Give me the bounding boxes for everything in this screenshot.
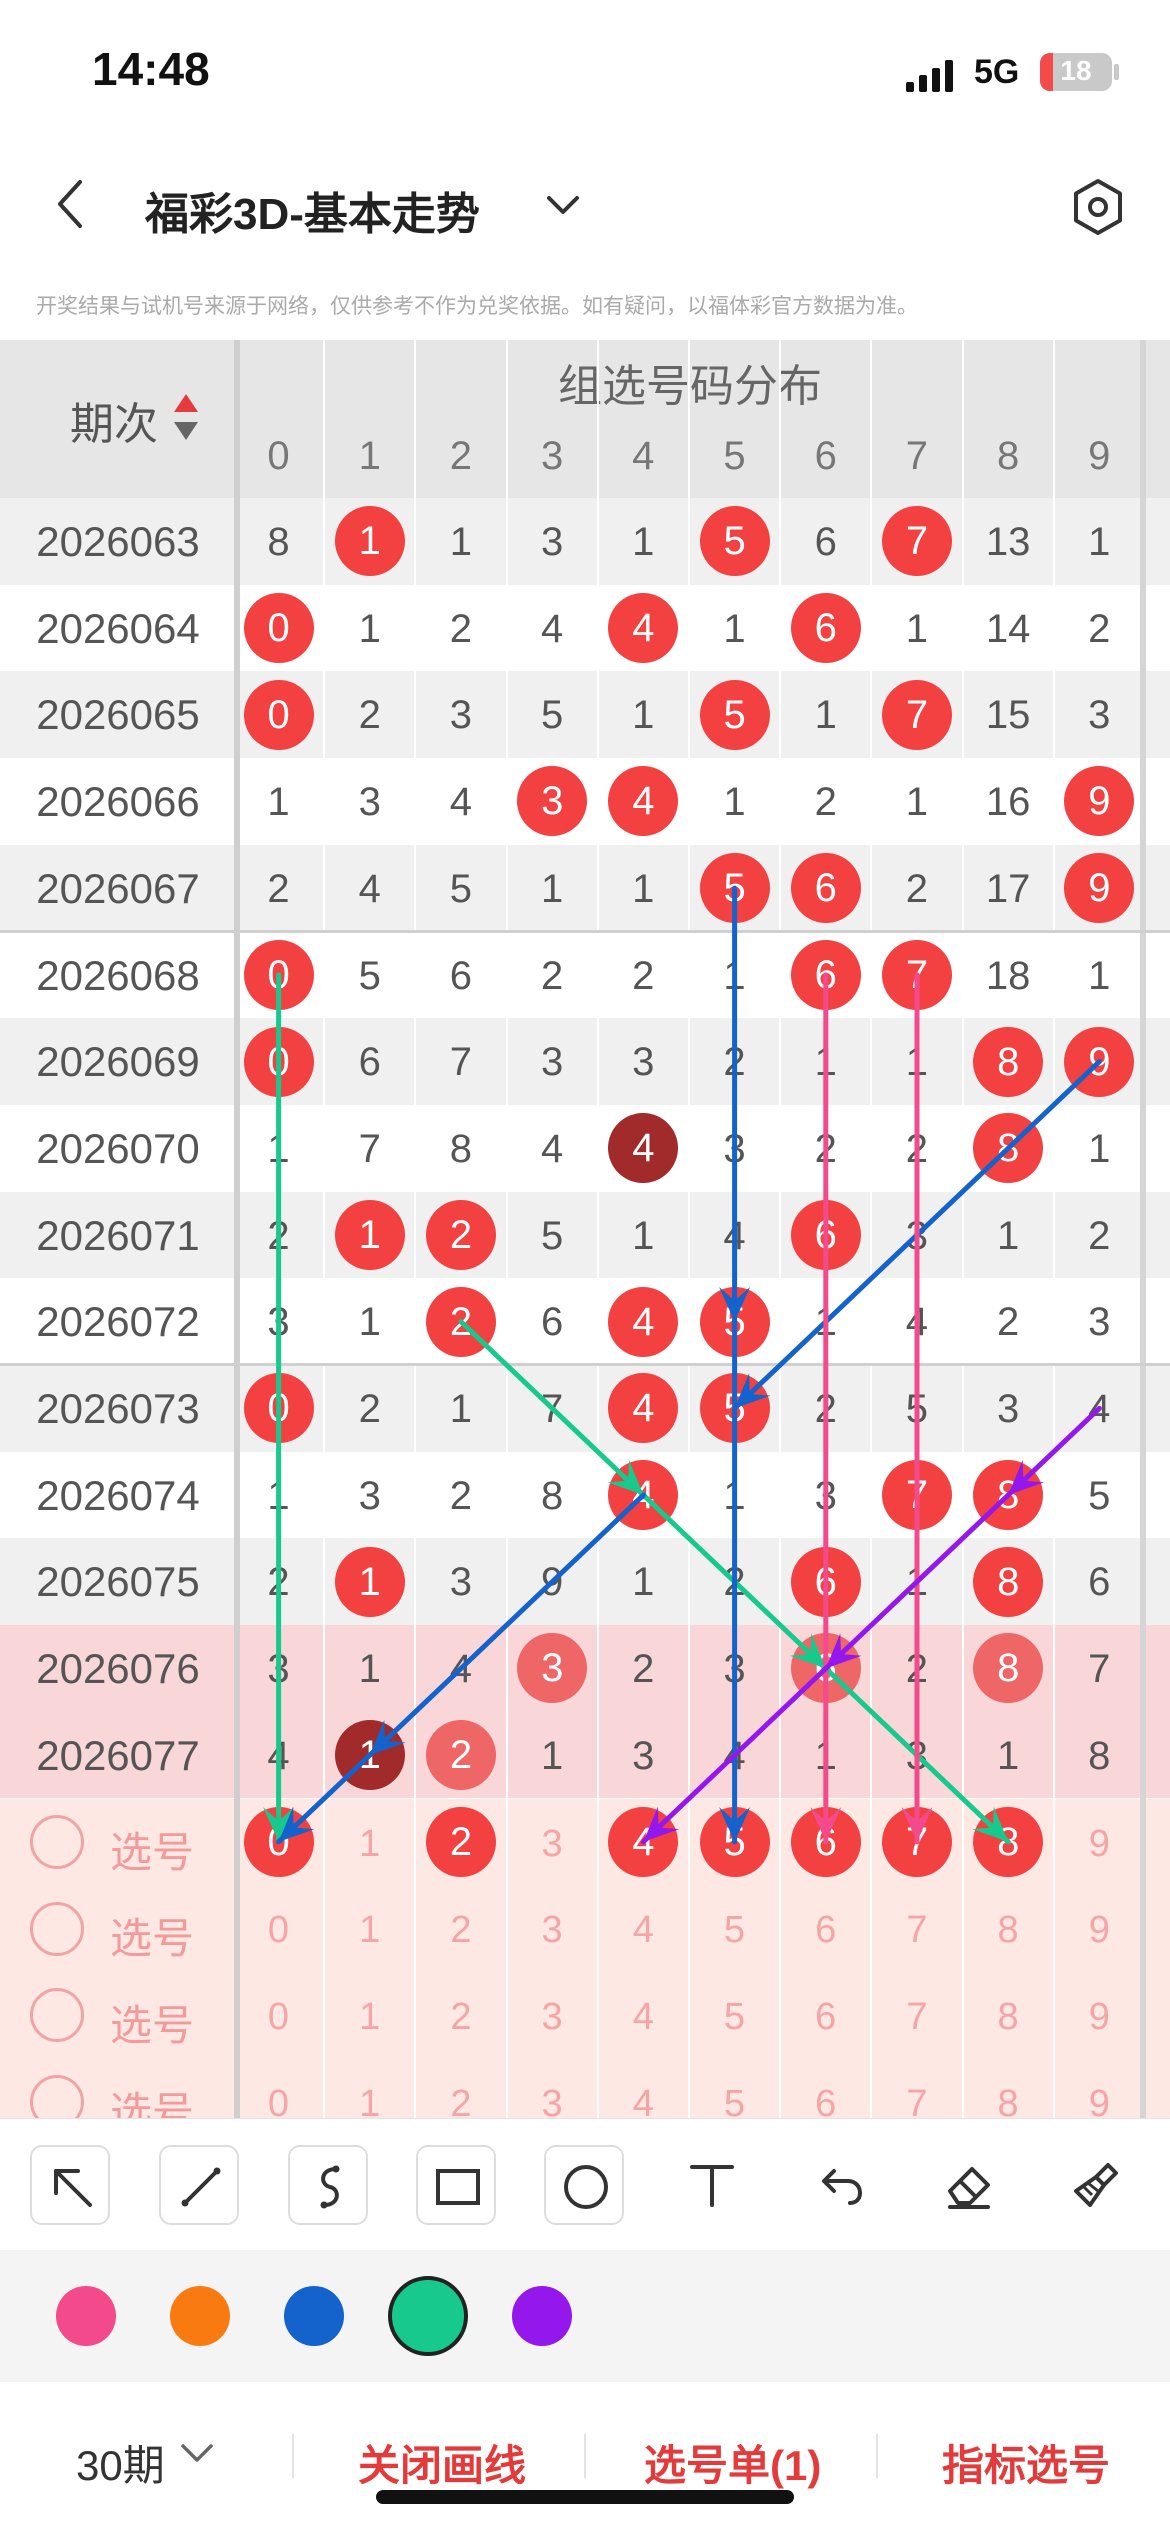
page-title[interactable]: 福彩3D-基本走势 xyxy=(145,178,480,242)
battery-nub xyxy=(1114,64,1119,80)
eraser-tool[interactable] xyxy=(928,2145,1008,2225)
color-swatch-2[interactable] xyxy=(170,2286,230,2346)
color-swatch-4[interactable] xyxy=(388,2276,468,2356)
clear-tool[interactable] xyxy=(1056,2145,1136,2225)
line-icon xyxy=(181,2167,221,2207)
signal-icon xyxy=(906,60,953,92)
trend-table: 期次 组选号码分布 0 1 2 3 4 5 6 7 8 9 2026063 8 1 1 3 1 5 6 7 13 1 20… xyxy=(0,340,1170,2118)
separator xyxy=(876,2434,878,2478)
eraser-icon xyxy=(948,2167,990,2209)
line-tool[interactable] xyxy=(159,2145,239,2225)
status-time: 14:48 xyxy=(92,43,210,95)
arrow-up-left-icon xyxy=(54,2169,92,2207)
undo-icon xyxy=(822,2169,863,2205)
period-select[interactable]: 30期 xyxy=(76,2432,165,2493)
drawn-arrow-line[interactable] xyxy=(367,1492,646,1758)
curve-tool[interactable] xyxy=(288,2145,368,2225)
drawn-arrow-line[interactable] xyxy=(458,1319,646,1498)
network-type: 5G xyxy=(974,53,1020,91)
indicator-pick-button[interactable]: 指标选号 xyxy=(942,2432,1110,2493)
chevron-down-icon[interactable] xyxy=(180,2442,214,2464)
color-swatch-5[interactable] xyxy=(512,2286,572,2346)
broom-icon xyxy=(1074,2163,1118,2207)
back-chevron-icon[interactable] xyxy=(50,174,90,234)
rectangle-icon xyxy=(436,2169,480,2205)
rectangle-tool[interactable] xyxy=(416,2145,496,2225)
status-bar: 14:48 5G 18 xyxy=(0,0,1170,150)
separator xyxy=(584,2434,586,2478)
text-tool[interactable] xyxy=(672,2145,752,2225)
battery-icon: 18 xyxy=(1040,53,1112,91)
nav-bar: 福彩3D-基本走势 xyxy=(0,150,1170,260)
bottom-bar: 30期 关闭画线 选号单(1) 指标选号 xyxy=(0,2382,1170,2532)
disclaimer-text: 开奖结果与试机号来源于网络，仅供参考不作为兑奖依据。如有疑问，以福体彩官方数据为… xyxy=(36,295,918,318)
drawing-layer[interactable] xyxy=(0,340,1170,2118)
undo-tool[interactable] xyxy=(800,2145,880,2225)
curve-icon xyxy=(320,2165,340,2209)
pick-list-button[interactable]: 选号单(1) xyxy=(644,2432,821,2493)
chevron-down-icon[interactable] xyxy=(545,192,581,218)
separator xyxy=(292,2434,294,2478)
circle-tool[interactable] xyxy=(544,2145,624,2225)
text-icon xyxy=(690,2165,734,2207)
circle-icon xyxy=(564,2165,608,2209)
color-swatch-3[interactable] xyxy=(284,2286,344,2346)
arrow-tool[interactable] xyxy=(30,2145,110,2225)
battery-level: 18 xyxy=(1060,55,1092,86)
close-lines-button[interactable]: 关闭画线 xyxy=(358,2432,526,2493)
color-palette xyxy=(0,2250,1170,2382)
settings-icon[interactable] xyxy=(1072,178,1124,236)
home-indicator xyxy=(376,2490,794,2504)
color-swatch-1[interactable] xyxy=(56,2286,116,2346)
drawing-toolbar xyxy=(0,2118,1170,2249)
